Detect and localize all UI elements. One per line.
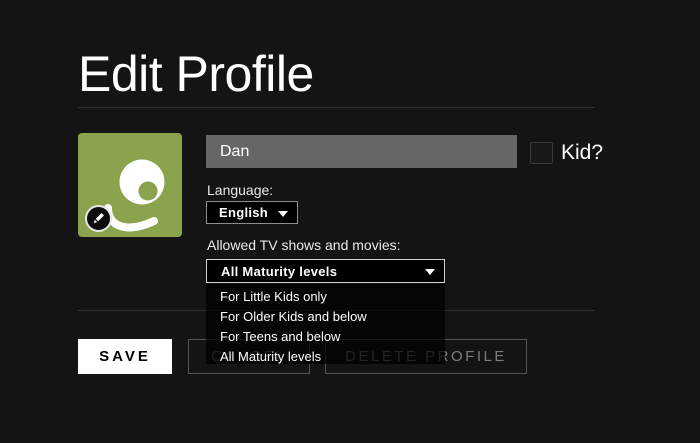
maturity-selected-value: All Maturity levels — [221, 264, 337, 279]
menu-option-teens[interactable]: For Teens and below — [206, 327, 445, 347]
edit-avatar-button[interactable] — [85, 205, 112, 232]
title-divider — [78, 107, 595, 108]
kid-checkbox[interactable] — [530, 142, 553, 164]
profile-name-input[interactable] — [206, 135, 517, 168]
save-button[interactable]: SAVE — [78, 339, 172, 374]
menu-option-all-maturity[interactable]: All Maturity levels — [206, 347, 445, 367]
maturity-select[interactable]: All Maturity levels — [206, 259, 445, 283]
menu-option-little-kids[interactable]: For Little Kids only — [206, 287, 445, 307]
language-label: Language: — [207, 182, 273, 198]
page-title: Edit Profile — [78, 49, 314, 99]
language-select[interactable]: English — [206, 201, 298, 224]
language-selected-value: English — [219, 205, 268, 220]
chevron-down-icon — [425, 269, 435, 275]
maturity-label: Allowed TV shows and movies: — [207, 237, 401, 253]
kid-checkbox-label: Kid? — [561, 142, 603, 164]
chevron-down-icon — [278, 211, 288, 217]
menu-option-older-kids[interactable]: For Older Kids and below — [206, 307, 445, 327]
maturity-dropdown-menu: For Little Kids only For Older Kids and … — [206, 284, 445, 364]
edit-profile-page: { "page": { "title": "Edit Profile", "ba… — [0, 0, 700, 443]
pencil-icon — [91, 211, 106, 226]
